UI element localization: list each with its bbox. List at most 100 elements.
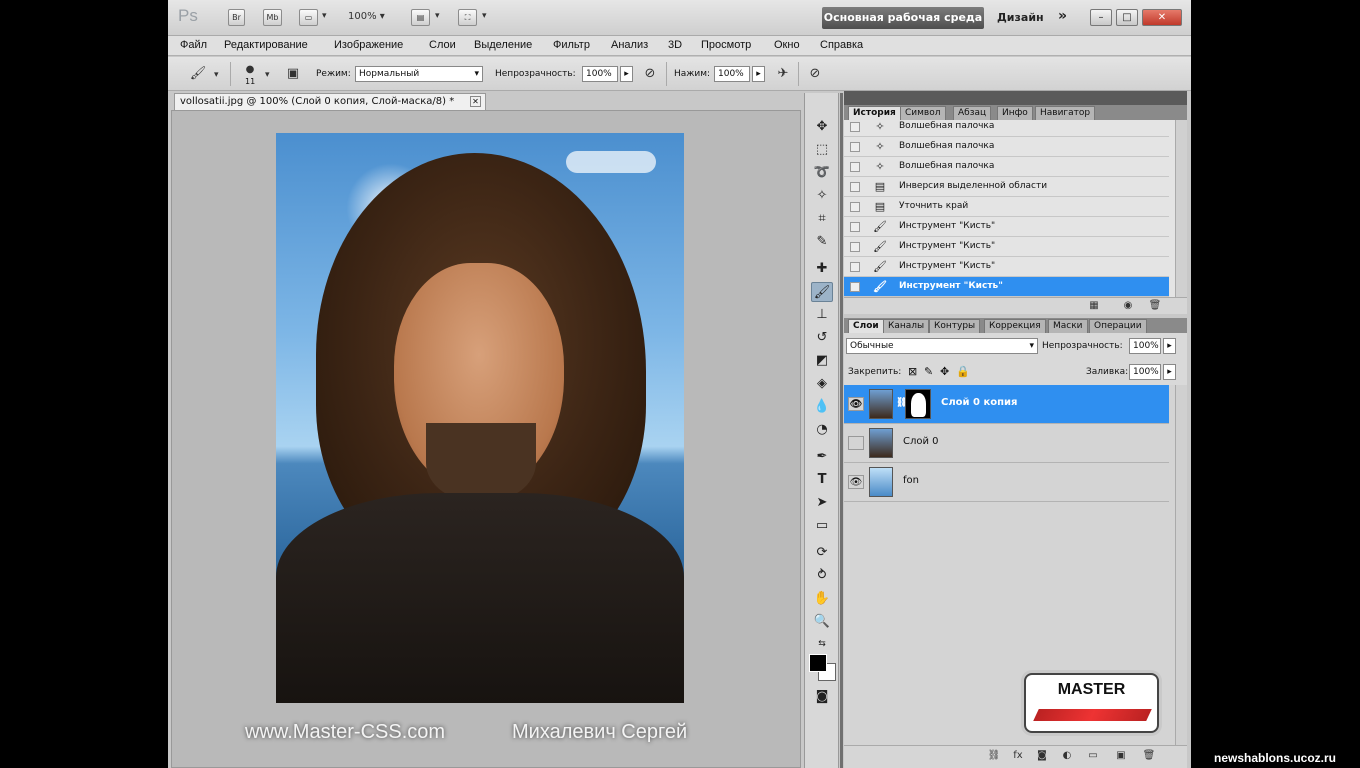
pressure-opacity-icon[interactable]: ⊘ xyxy=(640,64,660,84)
snapshot-source-checkbox[interactable] xyxy=(850,222,860,232)
document-tab[interactable]: vollosatii.jpg @ 100% (Слой 0 копия, Сло… xyxy=(174,93,486,110)
lock-all-icon[interactable]: 🔒 xyxy=(956,365,970,378)
menu-layers[interactable]: Слои xyxy=(429,39,456,51)
menu-view[interactable]: Просмотр xyxy=(701,39,751,51)
opacity-input[interactable]: 100% xyxy=(582,66,618,82)
snapshot-source-checkbox[interactable] xyxy=(850,282,860,292)
tab-history[interactable]: История xyxy=(848,106,901,120)
crop-tool-icon[interactable]: ⌗ xyxy=(811,209,833,229)
maximize-button[interactable]: □ xyxy=(1116,9,1138,26)
layers-scrollbar[interactable] xyxy=(1175,385,1187,745)
quick-selection-tool-icon[interactable]: ✧ xyxy=(811,186,833,206)
tab-masks[interactable]: Маски xyxy=(1048,319,1088,333)
camera-icon[interactable]: ◉ xyxy=(1121,300,1135,312)
eye-icon[interactable]: 👁 xyxy=(848,475,864,489)
chevron-down-icon[interactable]: ▾ xyxy=(322,11,327,21)
menu-window[interactable]: Окно xyxy=(774,39,800,51)
layer-opacity-slider-toggle[interactable]: ▸ xyxy=(1163,338,1176,354)
menu-select[interactable]: Выделение xyxy=(474,39,532,51)
quick-mask-icon[interactable]: ◙ xyxy=(811,687,833,707)
new-layer-icon[interactable]: ▣ xyxy=(1114,750,1128,762)
snapshot-source-checkbox[interactable] xyxy=(850,202,860,212)
menu-help[interactable]: Справка xyxy=(820,39,863,51)
eye-icon[interactable]: · xyxy=(848,436,864,450)
layer-row[interactable]: · Слой 0 xyxy=(844,424,1169,463)
hand-tool-icon[interactable]: ✋ xyxy=(811,589,833,609)
chevron-down-icon[interactable]: ▾ xyxy=(435,11,440,21)
trash-icon[interactable]: 🗑 xyxy=(1148,300,1162,312)
pressure-size-icon[interactable]: ⊘ xyxy=(805,64,825,84)
view-extras-icon[interactable]: ▭ xyxy=(299,9,318,26)
snapshot-source-checkbox[interactable] xyxy=(850,122,860,132)
foreground-color-swatch[interactable] xyxy=(809,654,827,672)
new-group-icon[interactable]: ▭ xyxy=(1086,750,1100,762)
pen-tool-icon[interactable]: ✒ xyxy=(811,447,833,467)
panel-dock-divider[interactable] xyxy=(840,93,843,768)
bridge-button[interactable]: Br xyxy=(228,9,245,26)
lock-position-icon[interactable]: ✥ xyxy=(940,365,949,378)
tab-layers[interactable]: Слои xyxy=(848,319,884,333)
zoom-level-select[interactable]: 100% ▾ xyxy=(348,11,385,22)
history-step[interactable]: ✧ Волшебная палочка xyxy=(844,120,1169,137)
new-document-from-state-icon[interactable]: ▦ xyxy=(1087,300,1101,312)
tab-paths[interactable]: Контуры xyxy=(929,319,981,333)
history-scrollbar[interactable] xyxy=(1175,120,1187,297)
healing-brush-tool-icon[interactable]: ✚ xyxy=(811,259,833,279)
adjustment-layer-icon[interactable]: ◐ xyxy=(1060,750,1074,762)
history-step[interactable]: ▤ Уточнить край xyxy=(844,197,1169,217)
brush-panel-icon[interactable]: ▣ xyxy=(283,64,303,84)
opacity-slider-toggle[interactable]: ▸ xyxy=(620,66,633,82)
menu-filter[interactable]: Фильтр xyxy=(553,39,590,51)
brush-preset-icon[interactable]: 🖌 xyxy=(188,64,208,84)
menu-file[interactable]: Файл xyxy=(180,39,207,51)
3d-rotate-tool-icon[interactable]: ⟳ xyxy=(811,543,833,563)
layer-row[interactable]: 👁 fon xyxy=(844,463,1169,502)
eraser-tool-icon[interactable]: ◩ xyxy=(811,351,833,371)
rectangle-tool-icon[interactable]: ▭ xyxy=(811,516,833,536)
close-button[interactable]: ✕ xyxy=(1142,9,1182,26)
lock-pixels-icon[interactable]: ✎ xyxy=(924,365,933,378)
minimize-button[interactable]: – xyxy=(1090,9,1112,26)
history-brush-tool-icon[interactable]: ↺ xyxy=(811,328,833,348)
pressure-input[interactable]: 100% xyxy=(714,66,750,82)
move-tool-icon[interactable]: ✥ xyxy=(811,117,833,137)
workspace-design-button[interactable]: Дизайн xyxy=(997,11,1044,24)
paint-bucket-tool-icon[interactable]: ◈ xyxy=(811,374,833,394)
history-step[interactable]: 🖌 Инструмент "Кисть" xyxy=(844,257,1169,277)
fill-slider-toggle[interactable]: ▸ xyxy=(1163,364,1176,380)
snapshot-source-checkbox[interactable] xyxy=(850,162,860,172)
close-icon[interactable]: ✕ xyxy=(470,96,481,107)
type-tool-icon[interactable]: T xyxy=(811,470,833,490)
path-selection-tool-icon[interactable]: ➤ xyxy=(811,493,833,513)
link-layers-icon[interactable]: ⛓ xyxy=(987,750,1001,762)
swap-colors-icon[interactable]: ⇆ xyxy=(811,634,833,654)
tab-actions[interactable]: Операции xyxy=(1089,319,1147,333)
blur-tool-icon[interactable]: 💧 xyxy=(811,397,833,417)
eye-icon[interactable]: 👁 xyxy=(848,397,864,411)
workspace-essentials-button[interactable]: Основная рабочая среда xyxy=(822,7,984,29)
tab-adjustments[interactable]: Коррекция xyxy=(984,319,1046,333)
fill-input[interactable]: 100% xyxy=(1129,364,1161,380)
chevron-down-icon[interactable]: ▾ xyxy=(482,11,487,21)
layer-thumbnail[interactable] xyxy=(869,467,893,497)
add-mask-icon[interactable]: ◙ xyxy=(1035,750,1049,762)
tab-paragraph[interactable]: Абзац xyxy=(953,106,992,120)
tab-channels[interactable]: Каналы xyxy=(883,319,930,333)
snapshot-source-checkbox[interactable] xyxy=(850,182,860,192)
history-step[interactable]: ▤ Инверсия выделенной области xyxy=(844,177,1169,197)
menu-image[interactable]: Изображение xyxy=(334,39,403,51)
3d-orbit-tool-icon[interactable]: ⥁ xyxy=(811,566,833,586)
chevron-down-icon[interactable]: ▾ xyxy=(265,70,270,80)
snapshot-source-checkbox[interactable] xyxy=(850,142,860,152)
screen-mode-icon[interactable]: ⛶ xyxy=(458,9,477,26)
mini-bridge-button[interactable]: Mb xyxy=(263,9,282,26)
more-workspaces-button[interactable]: » xyxy=(1058,8,1067,24)
pressure-slider-toggle[interactable]: ▸ xyxy=(752,66,765,82)
menu-3d[interactable]: 3D xyxy=(668,39,682,51)
mode-select[interactable]: Нормальный ▾ xyxy=(355,66,483,82)
lock-transparency-icon[interactable]: ⊠ xyxy=(908,365,917,378)
lasso-tool-icon[interactable]: ➰ xyxy=(811,163,833,183)
snapshot-source-checkbox[interactable] xyxy=(850,242,860,252)
tab-navigator[interactable]: Навигатор xyxy=(1035,106,1096,120)
layer-opacity-input[interactable]: 100% xyxy=(1129,338,1161,354)
